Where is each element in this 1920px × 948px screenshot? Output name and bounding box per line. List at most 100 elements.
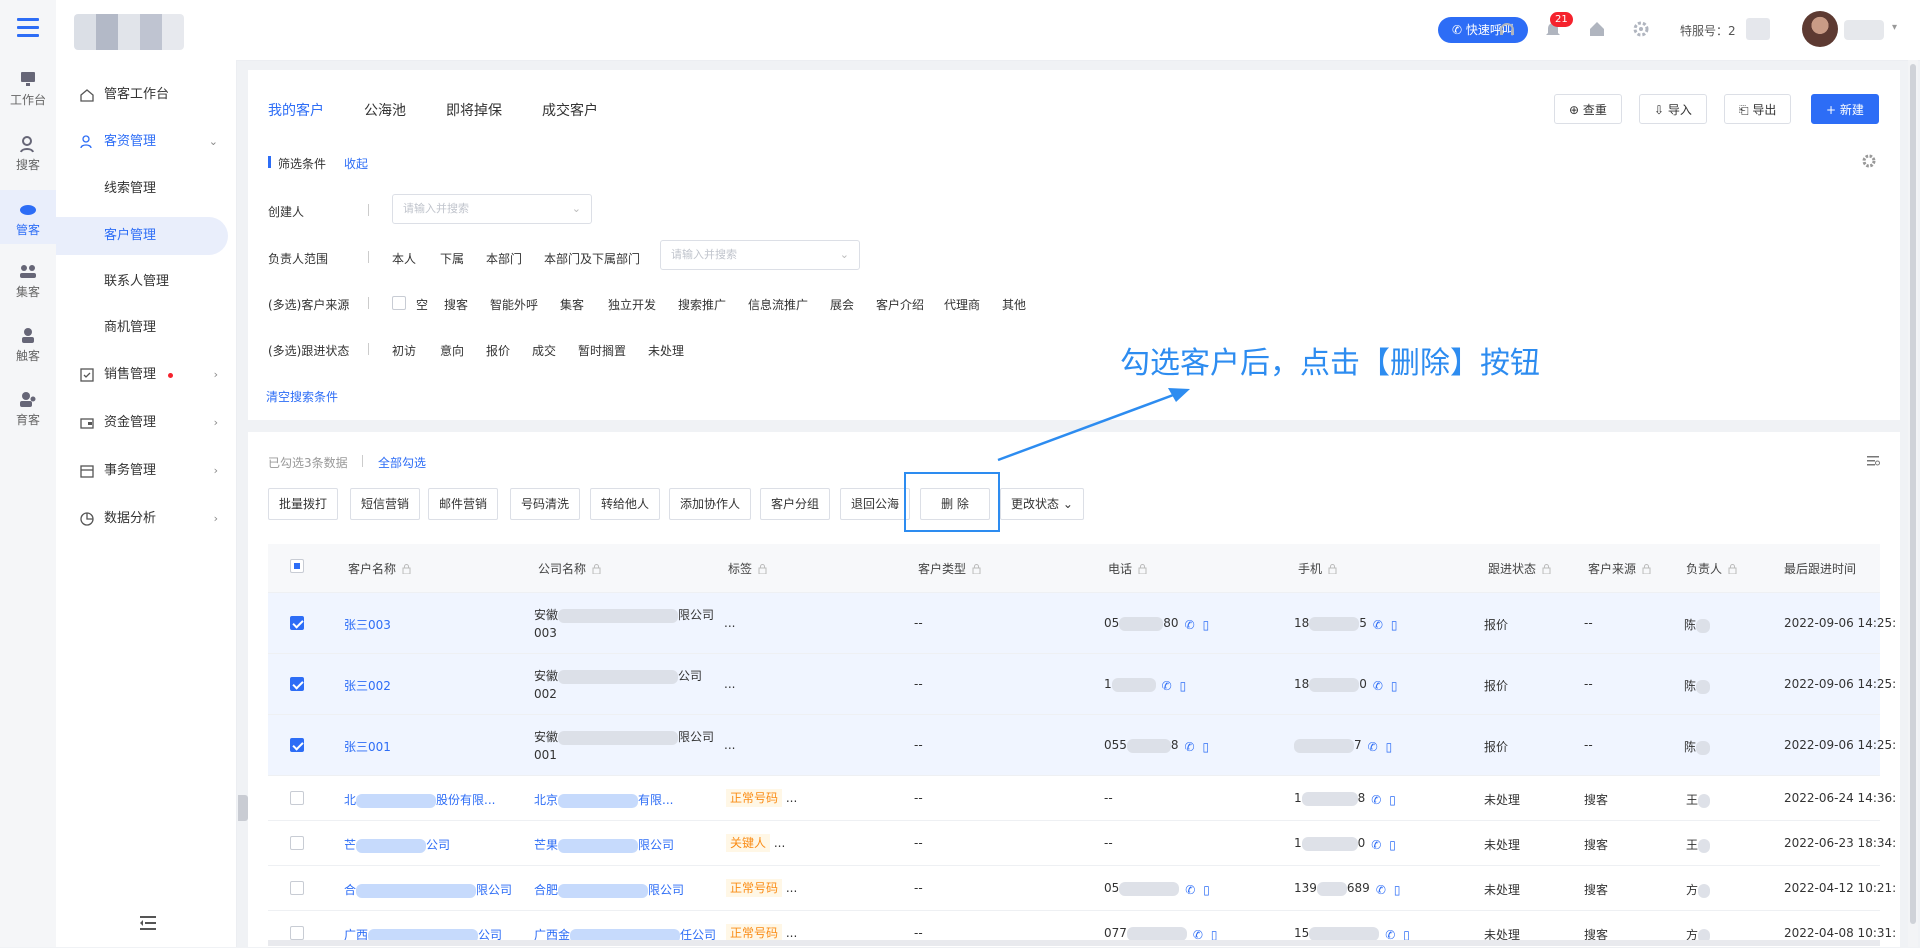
export-button[interactable]: ⎗ 导出 — [1724, 94, 1792, 124]
row-checkbox[interactable] — [290, 738, 304, 752]
rail-item-collect[interactable]: 集客 — [0, 262, 56, 306]
customer-name-link[interactable]: 北 股份有限... — [344, 791, 495, 808]
home-icon[interactable] — [1588, 20, 1606, 38]
status-option[interactable]: 未处理 — [648, 342, 684, 359]
vertical-scrollbar[interactable] — [1908, 60, 1918, 947]
tab-closed-customers[interactable]: 成交客户 — [542, 100, 598, 120]
call-icon[interactable]: ✆ — [1373, 679, 1385, 693]
call-icon[interactable]: ✆ — [1376, 883, 1388, 897]
lock-icon[interactable] — [592, 564, 601, 574]
customer-name-link[interactable]: 芒 公司 — [344, 836, 450, 853]
tab-my-customers[interactable]: 我的客户 — [268, 100, 324, 120]
mobile-call-icon[interactable]: ▯ — [1180, 679, 1192, 693]
lock-icon[interactable] — [402, 564, 411, 574]
mobile-call-icon[interactable]: ▯ — [1389, 838, 1401, 852]
source-option[interactable]: 搜客 — [444, 296, 468, 313]
tag-cell[interactable]: ... — [724, 677, 735, 691]
source-option[interactable]: 其他 — [1002, 296, 1026, 313]
call-icon[interactable]: ✆ — [1193, 928, 1205, 942]
row-checkbox[interactable] — [290, 616, 304, 630]
customer-name-link[interactable]: 合 限公司 — [344, 881, 512, 898]
owner-option[interactable]: 本人 — [392, 250, 416, 267]
mobile-call-icon[interactable]: ▯ — [1203, 883, 1215, 897]
nav-item-contacts[interactable]: 联系人管理 — [56, 263, 228, 301]
source-option[interactable]: 空 — [416, 296, 428, 313]
change-status-button[interactable]: 更改状态 ⌄ — [1000, 488, 1084, 520]
call-icon[interactable]: ✆ — [1185, 618, 1197, 632]
avatar[interactable] — [1802, 11, 1838, 47]
new-button[interactable]: + 新建 — [1811, 94, 1879, 124]
source-option[interactable]: 信息流推广 — [748, 296, 808, 313]
customer-group-button[interactable]: 客户分组 — [760, 488, 831, 520]
nav-item-affairs[interactable]: 事务管理 › — [56, 452, 228, 490]
tag-cell[interactable]: 正常号码 ... — [726, 789, 797, 807]
source-option[interactable]: 集客 — [560, 296, 584, 313]
rail-item-reach[interactable]: 触客 — [0, 326, 56, 370]
transfer-button[interactable]: 转给他人 — [590, 488, 661, 520]
nav-item-funds[interactable]: 资金管理 › — [56, 404, 228, 442]
call-icon[interactable]: ✆ — [1385, 928, 1397, 942]
customer-name-link[interactable]: 张三001 — [344, 738, 391, 755]
mobile-call-icon[interactable]: ▯ — [1389, 793, 1401, 807]
sms-marketing-button[interactable]: 短信营销 — [350, 488, 421, 520]
mobile-call-icon[interactable]: ▯ — [1203, 618, 1215, 632]
settings-icon[interactable] — [1862, 154, 1876, 168]
table-row[interactable] — [268, 821, 1880, 866]
owner-option[interactable]: 本部门 — [486, 250, 522, 267]
status-option[interactable]: 成交 — [532, 342, 556, 359]
dedupe-button[interactable]: ⊕ 查重 — [1554, 94, 1622, 124]
column-settings-icon[interactable] — [1866, 454, 1880, 468]
lock-icon[interactable] — [1728, 564, 1737, 574]
rail-item-nurture[interactable]: 育客 — [0, 390, 56, 434]
tag-cell[interactable]: ... — [724, 616, 735, 630]
tag-cell[interactable]: 关键人 ... — [726, 834, 785, 852]
creator-search-select[interactable]: 请输入并搜索 ⌄ — [392, 194, 592, 224]
select-all-checkbox[interactable] — [290, 559, 304, 573]
nav-item-opportunities[interactable]: 商机管理 — [56, 309, 228, 347]
row-checkbox[interactable] — [290, 881, 304, 895]
status-option[interactable]: 初访 — [392, 342, 416, 359]
customer-name-link[interactable]: 张三003 — [344, 616, 391, 633]
chevron-down-icon[interactable]: ▾ — [1892, 22, 1897, 33]
customer-name-link[interactable]: 张三002 — [344, 677, 391, 694]
clear-filters-link[interactable]: 清空搜索条件 — [266, 388, 338, 405]
source-option[interactable]: 客户介绍 — [876, 296, 924, 313]
owner-search-select[interactable]: 请输入并搜索 ⌄ — [660, 240, 860, 270]
company-name-link[interactable]: 芒果 限公司 — [534, 836, 674, 853]
source-option[interactable]: 展会 — [830, 296, 854, 313]
nav-item-leads[interactable]: 线索管理 — [56, 170, 228, 208]
headset-icon[interactable] — [1498, 20, 1516, 38]
tag-cell[interactable]: 正常号码 ... — [726, 924, 797, 942]
mobile-call-icon[interactable]: ▯ — [1386, 740, 1398, 754]
lock-icon[interactable] — [972, 564, 981, 574]
batch-dial-button[interactable]: 批量拨打 — [268, 488, 339, 520]
import-button[interactable]: ⇩ 导入 — [1639, 94, 1707, 124]
tab-public-pool[interactable]: 公海池 — [364, 100, 406, 120]
row-checkbox[interactable] — [290, 836, 304, 850]
call-icon[interactable]: ✆ — [1185, 740, 1197, 754]
gear-icon[interactable] — [1632, 20, 1650, 38]
sidebar-toggle-handle[interactable] — [238, 795, 248, 821]
nav-item-customer-resources[interactable]: 客资管理 ⌄ — [56, 123, 228, 161]
nav-item-workbench[interactable]: 管客工作台 — [56, 76, 228, 114]
row-checkbox[interactable] — [290, 677, 304, 691]
owner-option[interactable]: 下属 — [440, 250, 464, 267]
source-option[interactable]: 独立开发 — [608, 296, 656, 313]
company-name-link[interactable]: 北京 有限... — [534, 791, 673, 808]
tag-cell[interactable]: ... — [724, 738, 735, 752]
tab-expiring[interactable]: 即将掉保 — [446, 100, 502, 120]
lock-icon[interactable] — [1328, 564, 1337, 574]
call-icon[interactable]: ✆ — [1371, 793, 1383, 807]
lock-icon[interactable] — [758, 564, 767, 574]
add-collaborator-button[interactable]: 添加协作人 — [669, 488, 752, 520]
row-checkbox[interactable] — [290, 926, 304, 940]
mobile-call-icon[interactable]: ▯ — [1211, 928, 1223, 942]
source-option[interactable]: 搜索推广 — [678, 296, 726, 313]
call-icon[interactable]: ✆ — [1162, 679, 1174, 693]
nav-item-analytics[interactable]: 数据分析 › — [56, 500, 228, 538]
mobile-call-icon[interactable]: ▯ — [1203, 740, 1215, 754]
nav-item-sales[interactable]: 销售管理 › — [56, 356, 228, 394]
table-row[interactable] — [268, 654, 1880, 715]
return-to-pool-button[interactable]: 退回公海 — [840, 488, 911, 520]
status-option[interactable]: 意向 — [440, 342, 464, 359]
